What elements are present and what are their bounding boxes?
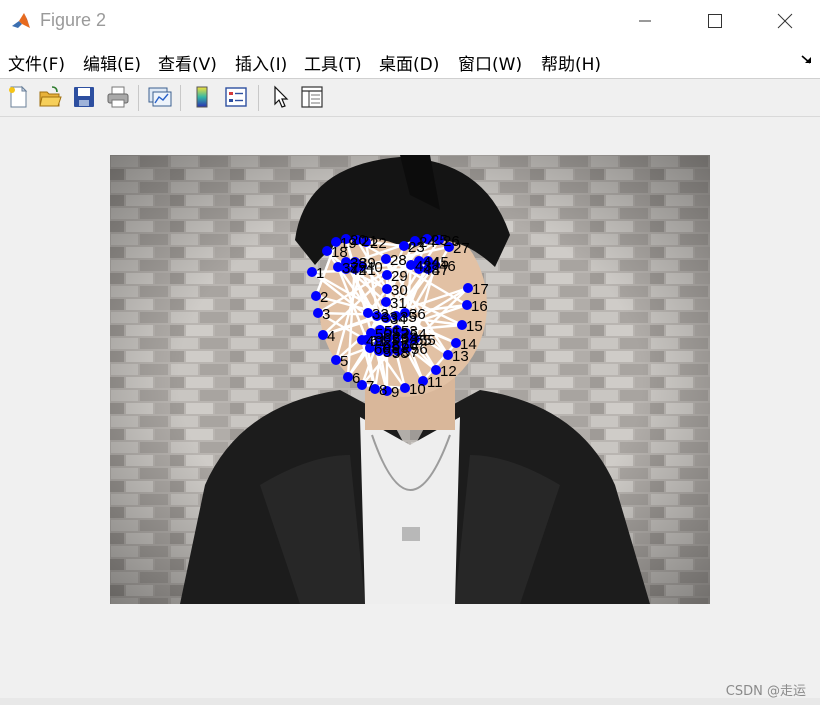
property-inspector-icon: [301, 86, 323, 108]
link-plot-icon: [148, 87, 172, 107]
landmark-label: 6: [352, 370, 360, 387]
landmark-label: 68: [383, 337, 400, 354]
landmark-label: 5: [340, 353, 348, 370]
print-icon: [107, 86, 129, 108]
landmark-label: 7: [366, 378, 374, 395]
taskbar-strip: [0, 698, 820, 705]
open-file-icon: [39, 86, 62, 107]
window-title: Figure 2: [40, 10, 107, 30]
new-figure-icon: [9, 85, 28, 108]
insert-legend-icon: [225, 87, 247, 107]
landmark-label: 4: [327, 328, 335, 345]
menu-desktop[interactable]: 桌面(D): [379, 50, 439, 75]
toolbar-separator: [138, 85, 139, 111]
menu-help[interactable]: 帮助(H): [541, 50, 601, 75]
landmark-label: 12: [440, 363, 457, 380]
insert-legend-button[interactable]: [222, 83, 250, 111]
insert-colorbar-button[interactable]: [188, 83, 216, 111]
landmark-label: 42: [350, 262, 367, 279]
landmark-label: 14: [460, 336, 477, 353]
minimize-icon: [639, 20, 651, 22]
menu-bar: 文件(F) 编辑(E) 查看(V) 插入(I) 工具(T) 桌面(D) 窗口(W…: [0, 42, 820, 79]
landmark-label: 10: [409, 381, 426, 398]
edit-plot-button[interactable]: [266, 83, 294, 111]
link-plot-button[interactable]: [146, 83, 174, 111]
landmark-label: 28: [390, 252, 407, 269]
close-icon: [777, 13, 793, 29]
title-bar: Figure 2: [0, 0, 820, 42]
landmark-label: 2: [320, 289, 328, 306]
landmark-label: 15: [466, 318, 483, 335]
minimize-button[interactable]: [622, 0, 668, 42]
toolbar-separator: [180, 85, 181, 111]
menu-file[interactable]: 文件(F): [8, 50, 65, 75]
maximize-button[interactable]: [692, 0, 738, 42]
close-button[interactable]: [762, 0, 808, 42]
landmark-label: 48: [423, 262, 440, 279]
new-figure-button[interactable]: [4, 83, 32, 111]
menu-insert[interactable]: 插入(I): [235, 50, 287, 75]
menu-window[interactable]: 窗口(W): [458, 50, 522, 75]
dock-arrow-icon[interactable]: [800, 52, 814, 66]
landmark-label: 1: [316, 265, 324, 282]
menu-tools[interactable]: 工具(T): [304, 50, 362, 75]
image-axes[interactable]: 123456 7 8 9 10 111213141516171819202122 23242…: [110, 155, 710, 604]
open-file-button[interactable]: [36, 83, 64, 111]
menu-view[interactable]: 查看(V): [158, 50, 217, 75]
landmark-label: 36: [409, 306, 426, 323]
landmark-label: 17: [472, 281, 489, 298]
landmark-label: 16: [471, 298, 488, 315]
save-icon: [74, 87, 94, 107]
toolbar: [0, 79, 820, 117]
insert-colorbar-icon: [196, 86, 208, 108]
print-button[interactable]: [104, 83, 132, 111]
maximize-icon: [708, 14, 722, 28]
property-inspector-button[interactable]: [298, 83, 326, 111]
watermark: CSDN @走运: [725, 684, 806, 699]
landmark-label: 9: [391, 384, 399, 401]
landmark-label: 22: [370, 235, 387, 252]
save-button[interactable]: [70, 83, 98, 111]
toolbar-separator: [258, 85, 259, 111]
edit-plot-arrow-icon: [274, 85, 289, 108]
matlab-logo-icon: [10, 10, 32, 32]
landmark-label: 3: [322, 306, 330, 323]
menu-edit[interactable]: 编辑(E): [83, 50, 141, 75]
landmark-label: 8: [379, 382, 387, 399]
landmark-label: 27: [453, 240, 470, 257]
